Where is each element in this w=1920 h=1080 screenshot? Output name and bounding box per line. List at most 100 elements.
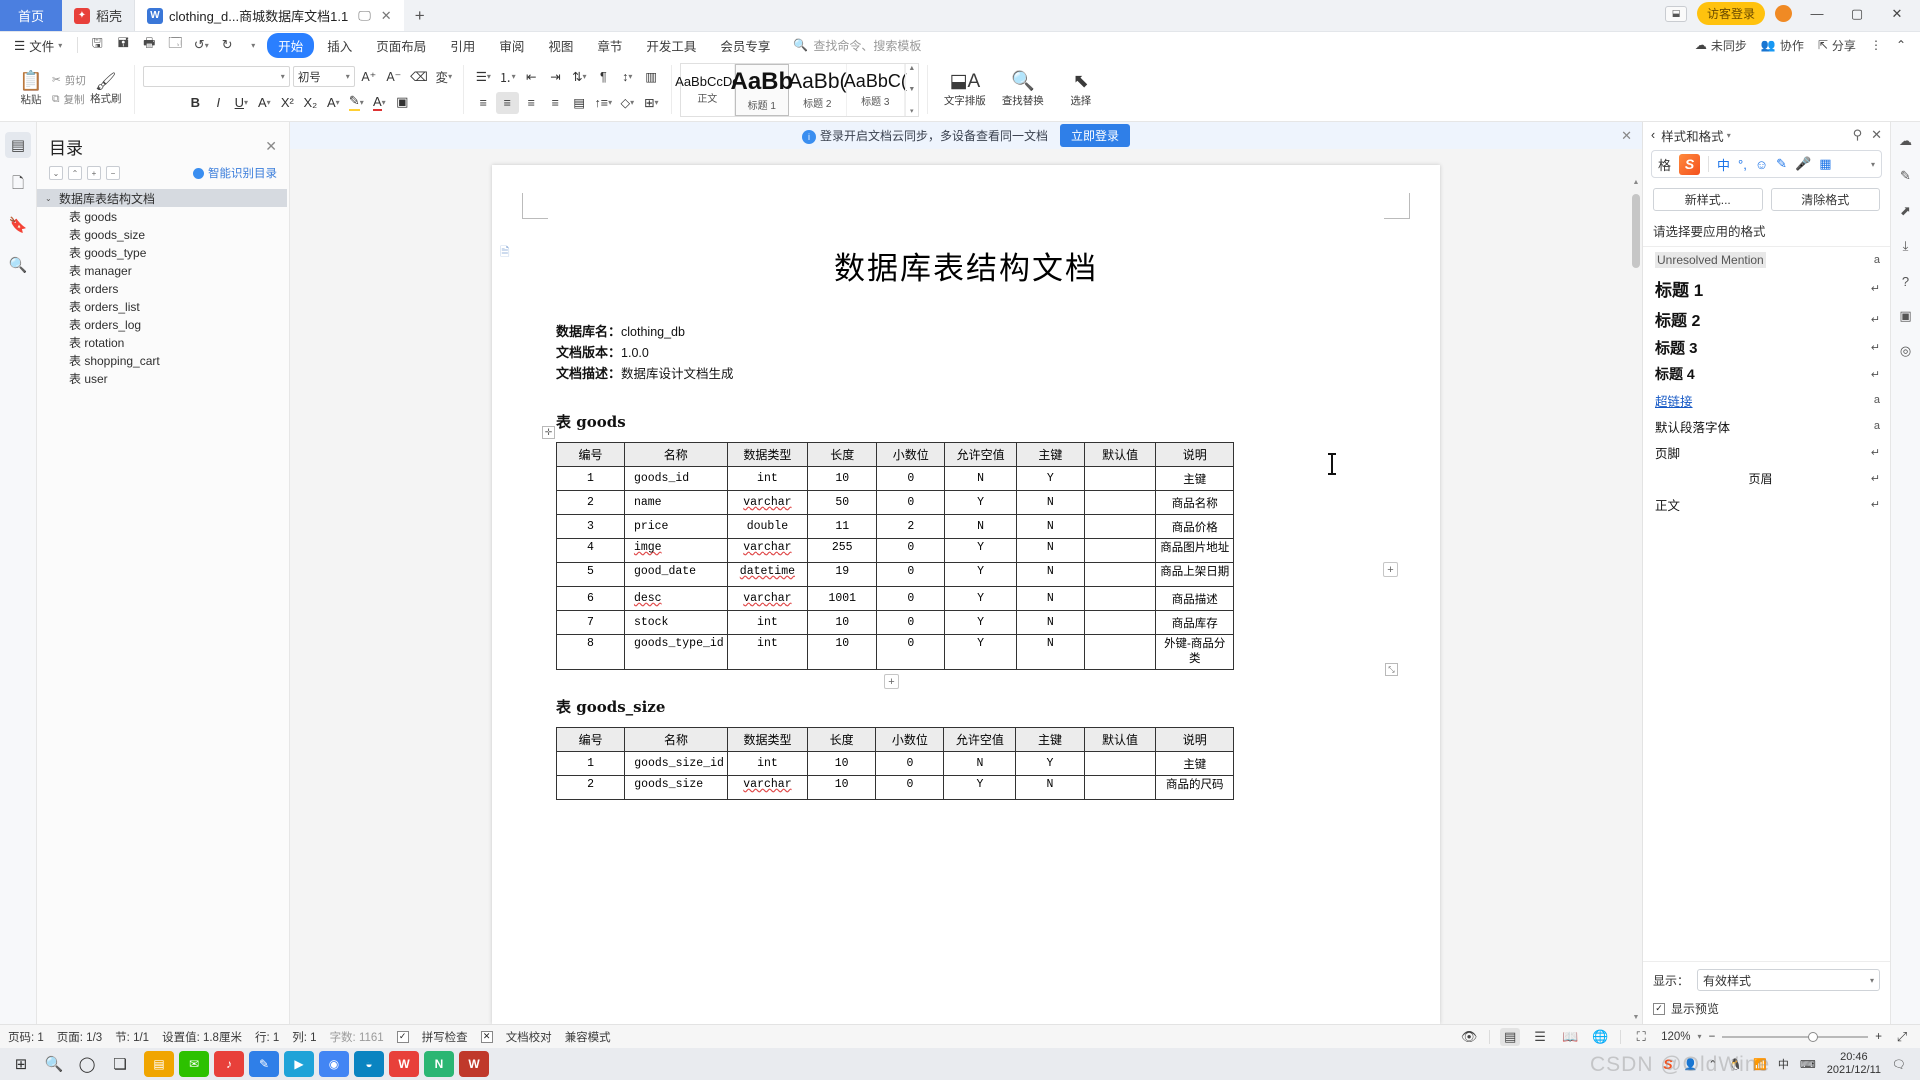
outline-item[interactable]: 表 shopping_cart (37, 351, 287, 369)
table-cell[interactable]: Y (944, 490, 1017, 515)
table-cell[interactable]: Y (944, 586, 1017, 611)
save-as-icon[interactable]: 🖬 (111, 34, 135, 56)
table-cell[interactable]: 6 (556, 586, 625, 611)
table-row[interactable]: 1 goods_id int 10 0 N Y 主键 (556, 466, 1234, 491)
style-list-item[interactable]: Unresolved Mention a (1643, 247, 1890, 273)
file-menu-button[interactable]: ☰ 文件 ▾ (6, 34, 70, 57)
style-heading-1[interactable]: AaBb 标题 1 (730, 63, 793, 116)
font-color-icon[interactable]: A ▾ (368, 91, 390, 113)
sort-icon[interactable]: ⇅ ▾ (568, 66, 591, 88)
increase-font-size-icon[interactable]: A⁺ (358, 66, 380, 87)
bullet-list-icon[interactable]: ☰ ▾ (472, 66, 495, 88)
close-icon[interactable]: ✕ (1871, 127, 1882, 143)
new-style-button[interactable]: 新样式... (1653, 188, 1763, 211)
schema-table[interactable]: 编号 名称 数据类型 长度 小数位 允许空值 主键 默认值 说明 1 goods_id int 10 0 N… (556, 442, 1234, 670)
outline-view-icon[interactable]: ☰ (1530, 1028, 1550, 1046)
chevron-down-icon[interactable]: ▾ (1871, 160, 1875, 169)
web-view-icon[interactable]: 🌐 (1590, 1028, 1610, 1046)
find-replace-button[interactable]: 🔍 查找替换 (994, 72, 1052, 108)
subscript-icon[interactable]: X₂ (299, 91, 321, 113)
style-list-item[interactable]: 标题 3 ↵ (1643, 334, 1890, 361)
increase-indent-icon[interactable]: ⇥ (544, 66, 567, 88)
save-icon[interactable]: 🖫 (85, 34, 109, 56)
export-pdf-icon[interactable]: ⤓ (1895, 235, 1917, 257)
scrollbar-thumb[interactable] (1632, 194, 1640, 268)
taskbar-app-wechat[interactable]: ✉ (179, 1051, 209, 1077)
table-row[interactable]: 2 goods_size varchar 10 0 Y N 商品的尺码 (555, 775, 1234, 800)
strikethrough-icon[interactable]: A ▾ (253, 91, 275, 113)
sogou-tray-icon[interactable]: S (1663, 1056, 1672, 1072)
table-cell[interactable]: desc (623, 586, 728, 611)
table-cell[interactable]: 商品上架日期 (1155, 562, 1234, 587)
book-view-icon[interactable]: 📖 (1560, 1028, 1580, 1046)
table-cell[interactable] (1083, 490, 1157, 515)
table-cell[interactable]: N (944, 514, 1017, 539)
table-cell[interactable]: N (943, 751, 1017, 776)
table-cell[interactable] (1083, 775, 1157, 800)
customize-toolbar-icon[interactable]: ▾ (241, 34, 265, 56)
table-cell[interactable]: N (1015, 562, 1085, 587)
scroll-up-icon[interactable]: ▲ (1632, 179, 1640, 186)
styles-panel-title-wrap[interactable]: 样式和格式 ▾ (1661, 126, 1731, 145)
tab-references[interactable]: 引用 (439, 33, 486, 58)
table-cell[interactable]: price (623, 514, 728, 539)
table-row[interactable]: 3 price double 11 2 N N 商品价格 (556, 514, 1234, 539)
table-cell[interactable]: Y (1015, 466, 1085, 491)
show-preview-checkbox[interactable]: ✓ (1653, 1002, 1665, 1015)
doc-proof-icon[interactable]: ✕ (480, 1030, 493, 1043)
cut-button[interactable]: ✂ 剪切 (52, 73, 86, 88)
fullscreen-icon[interactable]: ⤢ (1892, 1028, 1912, 1046)
table-cell[interactable]: 8 (556, 634, 625, 670)
table-cell[interactable]: 10 (806, 751, 877, 776)
table-cell[interactable] (1083, 466, 1157, 491)
panel-collapse-icon[interactable]: ‹ (1651, 128, 1655, 142)
table-cell[interactable]: 10 (806, 775, 877, 800)
new-tab-button[interactable]: + (404, 0, 436, 31)
handwriting-icon[interactable]: ✎ (1776, 156, 1787, 172)
table-cell[interactable]: 1001 (807, 586, 878, 611)
windows-start-icon[interactable]: ⊞ (6, 1050, 36, 1078)
document-page[interactable]: 🗎 数据库表结构文档 数据库名：clothing_db 文档版本：1.0.0 文档描… (492, 165, 1440, 1024)
align-left-icon[interactable]: ≡ (472, 92, 495, 114)
table-cell[interactable] (1083, 562, 1157, 587)
table-cell[interactable]: 0 (876, 562, 946, 587)
print-icon[interactable]: 🖶 (137, 34, 161, 56)
style-list-item[interactable]: 超链接 a (1643, 387, 1890, 413)
superscript-icon[interactable]: X² (276, 91, 298, 113)
font-name-input[interactable]: ▾ (142, 66, 290, 87)
tab-current-document[interactable]: W clothing_d...商城数据库文档1.1 🖵 ✕ (135, 0, 404, 31)
notification-center-icon[interactable]: 🗨 (1892, 1058, 1906, 1071)
table-cell[interactable]: int (726, 634, 809, 670)
outline-item[interactable]: 表 orders (37, 279, 287, 297)
italic-icon[interactable]: I (207, 91, 229, 113)
table-cell[interactable]: 0 (876, 610, 946, 635)
table-cell[interactable]: 0 (875, 751, 945, 776)
table-cell[interactable]: Y (943, 775, 1017, 800)
emoji-icon[interactable]: ☺ (1755, 157, 1768, 172)
collapse-up-icon[interactable]: ⌃ (68, 166, 82, 180)
table-cell[interactable]: name (623, 490, 728, 515)
outline-item[interactable]: 表 manager (37, 261, 287, 279)
tab-docer[interactable]: ✦ 稻壳 (62, 0, 136, 31)
taskbar-app-note-app[interactable]: N (424, 1051, 454, 1077)
taskbar-app-music-player[interactable]: ♪ (214, 1051, 244, 1077)
borders-icon[interactable]: ⊞ ▾ (640, 92, 663, 114)
table-cell[interactable]: N (1015, 514, 1085, 539)
network-icon[interactable]: 📶 (1753, 1058, 1767, 1071)
table-row[interactable]: 4 imge varchar 255 0 Y N 商品图片地址 (556, 538, 1234, 563)
status-word-count[interactable]: 字数: 1161 (330, 1029, 384, 1045)
fit-page-icon[interactable]: ⛶ (1631, 1028, 1651, 1046)
outline-item[interactable]: 表 orders_list (37, 297, 287, 315)
copy-button[interactable]: ⧉ 复制 (52, 92, 86, 107)
add-row-button[interactable]: + (884, 674, 899, 689)
schema-table[interactable]: 编号 名称 数据类型 长度 小数位 允许空值 主键 默认值 说明 1 goods_size_id in… (555, 727, 1234, 800)
table-cell[interactable] (1083, 634, 1157, 670)
document-scroll-area[interactable]: 🗎 数据库表结构文档 数据库名：clothing_db 文档版本：1.0.0 文档描… (290, 149, 1642, 1024)
table-cell[interactable] (1083, 751, 1157, 776)
chevron-down-icon[interactable]: ▾ (1698, 1032, 1702, 1041)
numbered-list-icon[interactable]: ⒈ ▾ (496, 66, 519, 88)
highlight-color-icon[interactable]: ✎ ▾ (345, 91, 367, 113)
status-doc-proof[interactable]: 文档校对 (506, 1029, 552, 1045)
table-cell[interactable] (1083, 610, 1157, 635)
tab-home[interactable]: 首页 (0, 0, 62, 31)
